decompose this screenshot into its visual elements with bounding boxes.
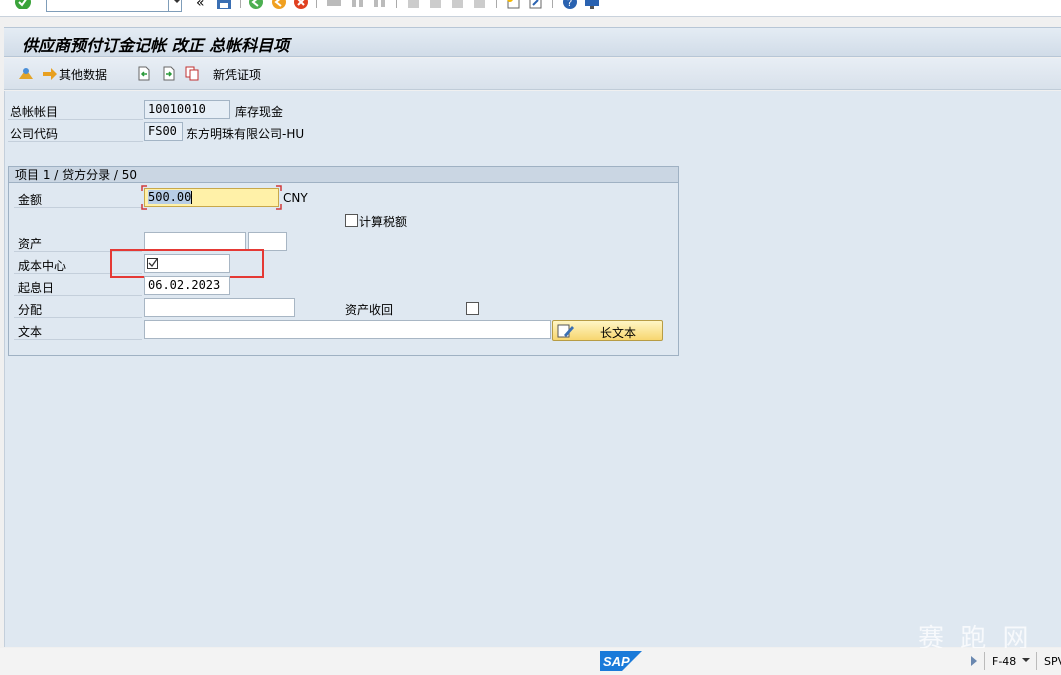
system-toolbar: « ? — [0, 0, 1061, 17]
text-label: 文本 — [18, 325, 43, 339]
help-icon[interactable]: ? — [562, 0, 578, 10]
save-icon[interactable] — [216, 0, 232, 10]
overview-icon[interactable] — [18, 66, 35, 81]
back-icon[interactable] — [248, 0, 264, 10]
toolbar-separator — [240, 0, 241, 8]
chevron-down-icon — [174, 0, 180, 3]
find-next-icon[interactable] — [372, 0, 388, 10]
company-code-label: 公司代码 — [10, 127, 59, 141]
page-title: 供应商预付订金记帐 改正 总帐科目项 — [22, 36, 290, 55]
sap-logo: SAP — [600, 651, 642, 671]
last-page-icon[interactable] — [472, 0, 488, 10]
command-field[interactable] — [46, 0, 182, 12]
new-item-button[interactable]: 新凭证项 — [213, 66, 261, 83]
gl-account-value: 10010010 — [148, 102, 206, 116]
calculate-tax-checkbox[interactable] — [345, 214, 358, 227]
chevron-down-icon[interactable] — [1021, 657, 1031, 665]
text-input[interactable] — [144, 320, 551, 339]
long-text-label: 长文本 — [600, 326, 637, 340]
application-toolbar: 其他数据 新凭证项 — [4, 58, 1061, 90]
other-data-label: 其他数据 — [59, 68, 108, 82]
copy-item-icon[interactable] — [185, 66, 200, 81]
exit-icon[interactable] — [271, 0, 287, 10]
asset-retirement-checkbox[interactable] — [466, 302, 479, 315]
status-separator — [984, 652, 985, 670]
next-page-icon[interactable] — [450, 0, 466, 10]
previous-page-icon[interactable] — [428, 0, 444, 10]
command-field-dropdown[interactable] — [168, 0, 184, 12]
value-date-label: 起息日 — [18, 281, 55, 295]
print-icon[interactable] — [326, 0, 342, 10]
toolbar-separator — [396, 0, 397, 8]
status-bar — [0, 648, 1061, 675]
previous-item-icon[interactable] — [136, 66, 151, 81]
status-separator — [1036, 652, 1037, 670]
toolbar-separator — [316, 0, 317, 8]
assignment-input[interactable] — [144, 298, 295, 317]
title-bar: 供应商预付订金记帐 改正 总帐科目项 — [4, 27, 1061, 57]
toolbar-separator — [496, 0, 497, 8]
asset-label: 资产 — [18, 237, 43, 251]
gl-account-field[interactable]: 10010010 — [144, 100, 230, 119]
status-expand-icon[interactable] — [969, 655, 979, 667]
cancel-icon[interactable] — [293, 0, 309, 10]
enter-checkmark-icon[interactable] — [14, 0, 32, 9]
toolbar-separator — [552, 0, 553, 8]
company-code-field[interactable]: FS00 — [144, 122, 183, 141]
edit-text-icon — [557, 324, 574, 338]
gl-account-label: 总帐帐目 — [10, 105, 59, 119]
amount-label: 金额 — [18, 193, 43, 207]
first-page-icon[interactable] — [406, 0, 422, 10]
svg-text:?: ? — [567, 0, 572, 9]
value-date-value: 06.02.2023 — [148, 278, 221, 292]
highlight-annotation-box — [110, 249, 264, 278]
collapse-glyph[interactable]: « — [196, 0, 205, 11]
cost-center-label: 成本中心 — [18, 259, 67, 273]
asset-retirement-label: 资产收回 — [345, 303, 394, 317]
sap-logo-text: SAP — [603, 654, 630, 669]
shortcut-icon[interactable] — [528, 0, 544, 10]
transaction-code: F-48 — [992, 655, 1017, 668]
next-item-icon[interactable] — [161, 66, 176, 81]
company-code-description: 东方明珠有限公司-HU — [186, 127, 305, 141]
value-date-input[interactable]: 06.02.2023 — [144, 276, 230, 295]
system-name: SPV — [1044, 655, 1061, 668]
item-group-title: 项目 1 / 贷方分录 / 50 — [9, 167, 678, 183]
arrow-right-icon — [43, 68, 57, 80]
company-code-value: FS00 — [148, 124, 177, 138]
find-icon[interactable] — [350, 0, 366, 10]
long-text-button[interactable]: 长文本 — [552, 320, 663, 341]
customize-layout-icon[interactable] — [584, 0, 600, 10]
new-session-icon[interactable] — [506, 0, 522, 10]
gl-account-description: 库存现金 — [235, 105, 284, 119]
currency-label: CNY — [283, 191, 308, 205]
focus-corner-marks — [141, 185, 282, 210]
calculate-tax-label: 计算税额 — [359, 215, 408, 229]
assignment-label: 分配 — [18, 303, 43, 317]
